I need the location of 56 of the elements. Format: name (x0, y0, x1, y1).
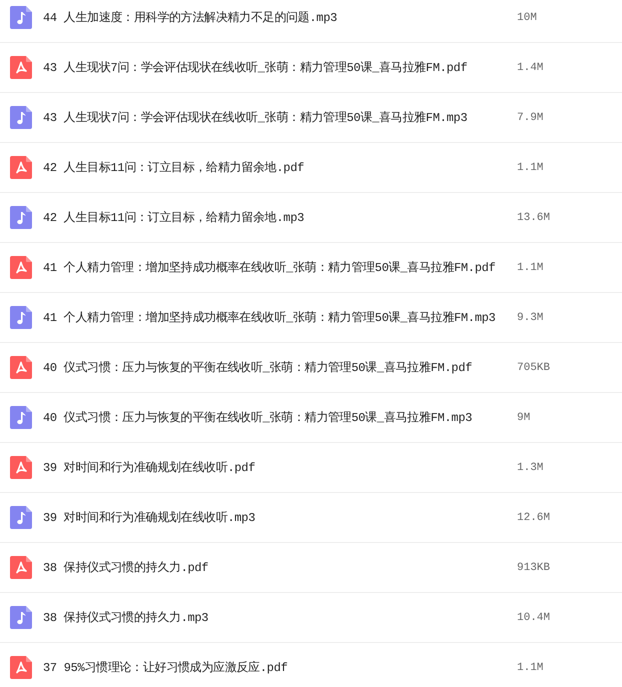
file-size: 10.4M (517, 612, 550, 624)
file-row[interactable]: 41 个人精力管理：增加坚持成功概率在线收听_张萌：精力管理50课_喜马拉雅FM.pdf 1.1M (0, 243, 622, 293)
file-size: 913KB (517, 562, 550, 574)
file-row[interactable]: 44 人生加速度：用科学的方法解决精力不足的问题.mp3 10M (0, 0, 622, 43)
file-size: 1.1M (517, 162, 544, 174)
file-row[interactable]: 38 保持仪式习惯的持久力.mp3 10.4M (0, 593, 622, 643)
file-name: 41 个人精力管理：增加坚持成功概率在线收听_张萌：精力管理50课_喜马拉雅FM.mp3 (43, 310, 496, 326)
music-file-icon (10, 206, 32, 229)
file-size: 1.1M (517, 662, 544, 674)
file-size: 12.6M (517, 512, 550, 524)
file-name: 44 人生加速度：用科学的方法解决精力不足的问题.mp3 (43, 10, 338, 26)
file-row[interactable]: 43 人生现状7问：学会评估现状在线收听_张萌：精力管理50课_喜马拉雅FM.mp3 7.9M (0, 93, 622, 143)
music-file-icon (10, 406, 32, 429)
file-row[interactable]: 38 保持仪式习惯的持久力.pdf 913KB (0, 543, 622, 593)
file-size: 1.1M (517, 262, 544, 274)
pdf-file-icon (10, 556, 32, 579)
file-name: 40 仪式习惯：压力与恢复的平衡在线收听_张萌：精力管理50课_喜马拉雅FM.pdf (43, 360, 474, 376)
file-row[interactable]: 39 对时间和行为准确规划在线收听.mp3 12.6M (0, 493, 622, 543)
file-size: 705KB (517, 362, 550, 374)
music-file-icon (10, 306, 32, 329)
file-name: 38 保持仪式习惯的持久力.mp3 (43, 610, 210, 626)
pdf-file-icon (10, 156, 32, 179)
pdf-file-icon (10, 456, 32, 479)
music-file-icon (10, 606, 32, 629)
file-size: 1.4M (517, 62, 544, 74)
file-name: 37 95%习惯理论：让好习惯成为应激反应.pdf (43, 660, 289, 676)
file-name: 39 对时间和行为准确规划在线收听.pdf (43, 460, 256, 476)
file-size: 9M (517, 412, 530, 424)
pdf-file-icon (10, 356, 32, 379)
pdf-file-icon (10, 656, 32, 679)
file-name: 40 仪式习惯：压力与恢复的平衡在线收听_张萌：精力管理50课_喜马拉雅FM.mp3 (43, 410, 474, 426)
file-row[interactable]: 41 个人精力管理：增加坚持成功概率在线收听_张萌：精力管理50课_喜马拉雅FM.mp3 9.3M (0, 293, 622, 343)
file-row[interactable]: 39 对时间和行为准确规划在线收听.pdf 1.3M (0, 443, 622, 493)
pdf-file-icon (10, 256, 32, 279)
file-name: 39 对时间和行为准确规划在线收听.mp3 (43, 510, 256, 526)
pdf-file-icon (10, 56, 32, 79)
file-name: 43 人生现状7问：学会评估现状在线收听_张萌：精力管理50课_喜马拉雅FM.pdf (43, 60, 468, 76)
file-name: 38 保持仪式习惯的持久力.pdf (43, 560, 210, 576)
file-size: 13.6M (517, 212, 550, 224)
file-size: 9.3M (517, 312, 544, 324)
music-file-icon (10, 106, 32, 129)
file-size: 10M (517, 12, 537, 24)
file-row[interactable]: 40 仪式习惯：压力与恢复的平衡在线收听_张萌：精力管理50课_喜马拉雅FM.pdf 705KB (0, 343, 622, 393)
file-row[interactable]: 42 人生目标11问：订立目标，给精力留余地.pdf 1.1M (0, 143, 622, 193)
file-row[interactable]: 40 仪式习惯：压力与恢复的平衡在线收听_张萌：精力管理50课_喜马拉雅FM.mp3 9M (0, 393, 622, 443)
file-size: 1.3M (517, 462, 544, 474)
file-name: 41 个人精力管理：增加坚持成功概率在线收听_张萌：精力管理50课_喜马拉雅FM.pdf (43, 260, 496, 276)
file-name: 42 人生目标11问：订立目标，给精力留余地.mp3 (43, 210, 306, 226)
music-file-icon (10, 506, 32, 529)
file-name: 42 人生目标11问：订立目标，给精力留余地.pdf (43, 160, 306, 176)
music-file-icon (10, 6, 32, 29)
file-size: 7.9M (517, 112, 544, 124)
file-row[interactable]: 43 人生现状7问：学会评估现状在线收听_张萌：精力管理50课_喜马拉雅FM.pdf 1.4M (0, 43, 622, 93)
file-name: 43 人生现状7问：学会评估现状在线收听_张萌：精力管理50课_喜马拉雅FM.mp3 (43, 110, 468, 126)
file-row[interactable]: 42 人生目标11问：订立目标，给精力留余地.mp3 13.6M (0, 193, 622, 243)
file-row[interactable]: 37 95%习惯理论：让好习惯成为应激反应.pdf 1.1M (0, 643, 622, 687)
